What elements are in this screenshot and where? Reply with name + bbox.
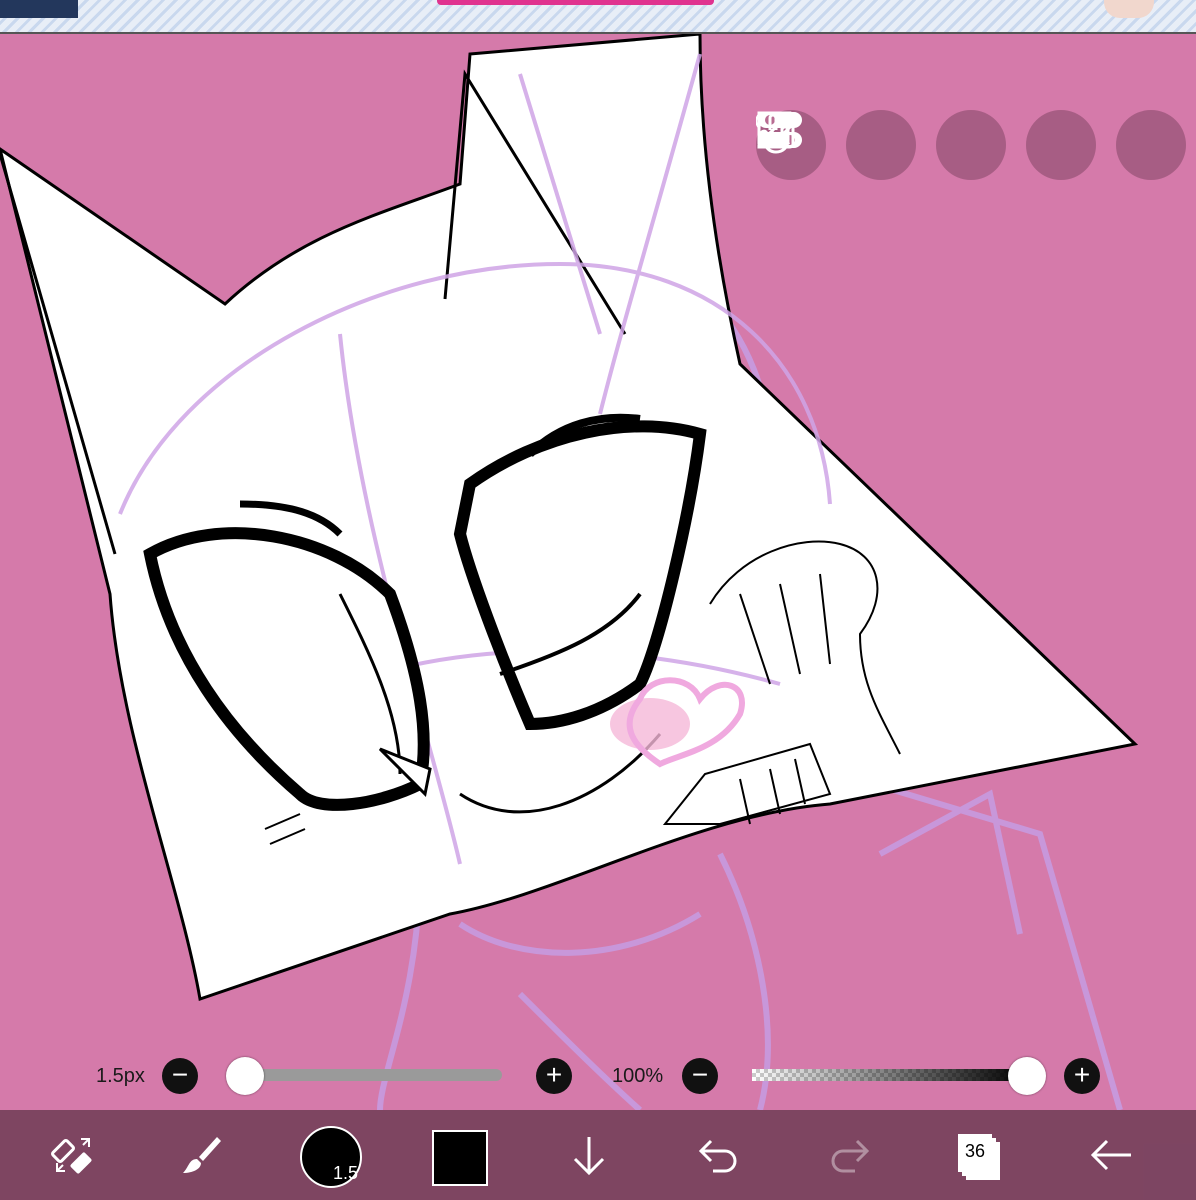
- opacity-label: 100%: [612, 1065, 664, 1087]
- size-slider-knob[interactable]: [226, 1057, 264, 1095]
- image-icon: [757, 111, 795, 149]
- size-increase-button[interactable]: +: [536, 1058, 572, 1094]
- opacity-decrease-button[interactable]: −: [682, 1058, 718, 1094]
- layer-down-icon: [573, 1137, 605, 1176]
- artwork: [0, 34, 1139, 1110]
- transform-eraser-button[interactable]: [38, 1120, 108, 1190]
- ruler-button[interactable]: [761, 110, 1096, 180]
- layer-count: 36: [964, 1141, 986, 1161]
- layer-down-button[interactable]: [554, 1120, 624, 1190]
- header-pink-bar: [437, 0, 714, 5]
- brush-size-value: 1.5: [332, 1163, 358, 1183]
- header-block: [0, 0, 78, 18]
- avatar[interactable]: [1104, 0, 1154, 18]
- back-icon: [1090, 1139, 1131, 1171]
- redo-button[interactable]: [814, 1120, 884, 1190]
- opacity-increase-button[interactable]: +: [1064, 1058, 1100, 1094]
- undo-button[interactable]: [684, 1120, 754, 1190]
- drawing-canvas[interactable]: 1.5px − + 100% − +: [0, 34, 1196, 1110]
- top-strip: [0, 0, 1196, 34]
- size-decrease-button[interactable]: −: [162, 1058, 198, 1094]
- undo-icon: [698, 1139, 737, 1173]
- brush-icon: [183, 1137, 221, 1173]
- color-button[interactable]: [432, 1130, 488, 1186]
- brush-size-label: 1.5px: [96, 1065, 145, 1087]
- selection-button[interactable]: [757, 110, 916, 180]
- opacity-slider-knob[interactable]: [1008, 1057, 1046, 1095]
- brush-size-button[interactable]: 1.5: [300, 1126, 362, 1188]
- layers-icon: 36: [958, 1134, 992, 1172]
- back-button[interactable]: [1076, 1120, 1146, 1190]
- opacity-slider[interactable]: [752, 1069, 1026, 1081]
- canvas-tools: [756, 110, 1186, 180]
- brush-sliders: 1.5px − + 100% − +: [0, 1056, 1196, 1096]
- redo-icon: [831, 1139, 870, 1173]
- transform-icon: [51, 1138, 92, 1174]
- size-slider[interactable]: [246, 1069, 502, 1081]
- hand-scroll-button[interactable]: [756, 110, 1006, 180]
- bottom-toolbar: 1.5 36: [0, 1110, 1196, 1200]
- image-button[interactable]: [757, 110, 1186, 180]
- brush-button[interactable]: [166, 1120, 236, 1190]
